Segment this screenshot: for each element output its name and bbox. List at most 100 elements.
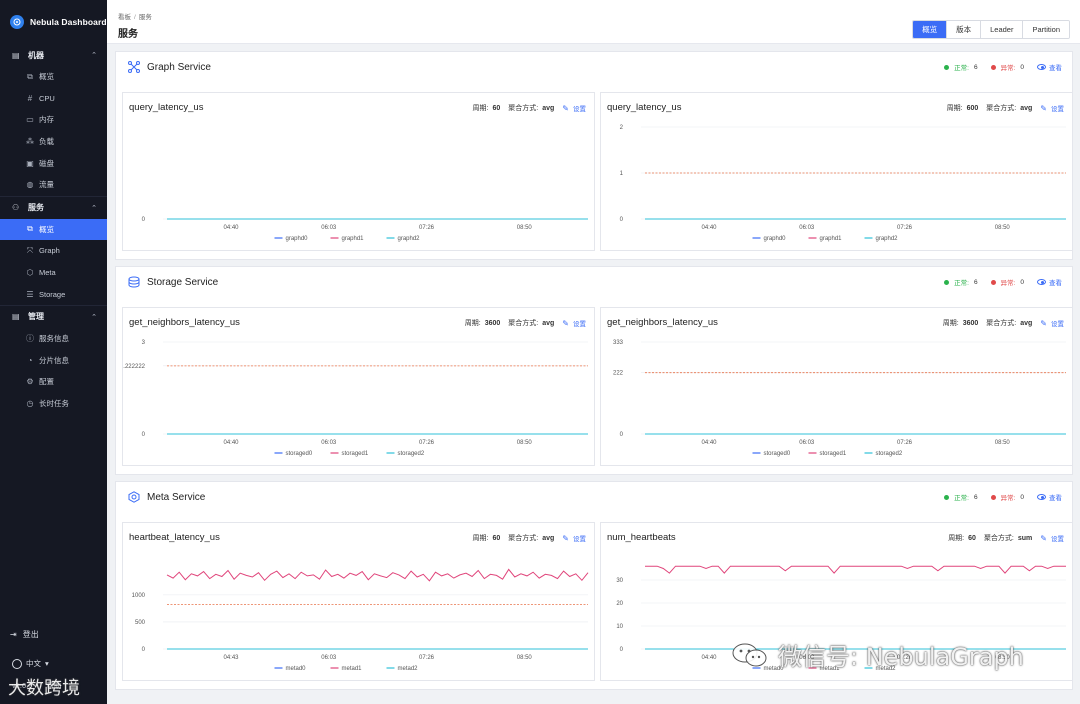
menu-group-manage[interactable]: ▤ 管理 ⌃ xyxy=(0,306,107,328)
period-label: 周期: xyxy=(942,320,959,327)
menu-group-service[interactable]: ⚇ 服务 ⌃ xyxy=(0,197,107,219)
globe-icon xyxy=(12,658,22,669)
sidebar-item-label: 磁盘 xyxy=(39,158,54,168)
y-tick-label: 0 xyxy=(142,647,146,653)
settings-link[interactable]: 设置 xyxy=(573,103,586,113)
server-icon: ▤ xyxy=(12,50,20,60)
graph-icon: ⤧ xyxy=(26,245,34,255)
metric-title: query_latency_us xyxy=(129,102,204,113)
period-value: 60 xyxy=(968,534,976,542)
chevron-up-icon: ⌃ xyxy=(91,204,97,212)
logout-button[interactable]: ⇥ 登出 xyxy=(0,624,107,644)
sidebar-item-config[interactable]: ⚙ 配置 xyxy=(0,371,107,393)
settings-link[interactable]: 设置 xyxy=(573,533,586,543)
breadcrumb: 看板 / 服务 xyxy=(118,14,152,21)
logout-label: 登出 xyxy=(22,629,39,639)
view-button[interactable]: 查看 xyxy=(1037,492,1062,502)
settings-link[interactable]: 设置 xyxy=(1051,103,1064,113)
line-chart: 333 222 0 04:40 06:03 07:26 08:50 storaged0 stor… xyxy=(601,334,1072,464)
y-tick-label: 0 xyxy=(142,432,146,438)
x-tick-label: 04:40 xyxy=(223,225,239,231)
agg-label: 聚合方式: xyxy=(983,535,1014,542)
cpu-icon: # xyxy=(27,93,33,103)
caret-down-icon: ▾ xyxy=(45,659,49,668)
language-select[interactable]: 中文 ▾ xyxy=(0,658,107,669)
sidebar-item-service-overview[interactable]: ⧉ 概览 xyxy=(0,218,107,241)
sidebar-item-service-info[interactable]: ⓘ 服务信息 xyxy=(0,328,107,350)
section-title: Graph Service xyxy=(147,61,211,73)
eye-icon xyxy=(1037,279,1046,285)
x-tick-label: 07:26 xyxy=(419,655,435,661)
agg-label: 聚合方式: xyxy=(986,320,1017,327)
chart-svg: 1000 500 0 04:43 06:03 07:26 08:50 metad0 metad1… xyxy=(132,568,589,672)
metric-title: num_heartbeats xyxy=(607,532,676,543)
sidebar-item-graph[interactable]: ⤧ Graph xyxy=(0,240,107,262)
edit-icon[interactable]: ✎ xyxy=(562,104,569,113)
tab-leader[interactable]: Leader xyxy=(980,21,1023,38)
sidebar-item-storage[interactable]: ☰ Storage xyxy=(0,283,107,305)
settings-link[interactable]: 设置 xyxy=(1051,318,1064,328)
menu-group-machine[interactable]: ▤ 机器 ⌃ xyxy=(0,44,107,66)
chevron-up-icon: ⌃ xyxy=(91,52,97,59)
period-label: 周期: xyxy=(948,535,965,542)
y-tick-label: 333 xyxy=(613,340,624,346)
sidebar: Nebula Dashboard ▤ 机器 ⌃ ⧉ 概览 # CPU ▭ 内存 ⁂ 负载… xyxy=(0,0,107,704)
page-title: 服务 xyxy=(118,29,138,40)
edit-icon[interactable]: ✎ xyxy=(1040,534,1047,543)
sidebar-item-traffic[interactable]: ◍ 流量 xyxy=(0,174,107,196)
y-tick-label: 3 xyxy=(142,340,146,346)
sidebar-item-meta[interactable]: ⬡ Meta xyxy=(0,262,107,284)
edit-icon[interactable]: ✎ xyxy=(562,319,569,328)
breadcrumb-item-board[interactable]: 看板 xyxy=(118,14,131,21)
edit-icon[interactable]: ✎ xyxy=(1040,319,1047,328)
meta-icon xyxy=(128,491,140,503)
view-label: 查看 xyxy=(1049,65,1062,72)
watermark-text: 微信号: NebulaGraph xyxy=(778,643,1024,671)
sidebar-item-machine-overview[interactable]: ⧉ 概览 xyxy=(0,66,107,88)
chevron-up-icon: ⌃ xyxy=(91,313,97,321)
sidebar-item-partition-info[interactable]: ◔ 分片信息 xyxy=(0,350,107,372)
x-tick-label: 06:03 xyxy=(799,225,815,231)
agg-label: 聚合方式: xyxy=(508,320,539,327)
chart-icon: ⧉ xyxy=(27,224,33,234)
tab-version[interactable]: 版本 xyxy=(946,21,981,38)
y-tick-label: 222 xyxy=(613,371,624,377)
brand[interactable]: Nebula Dashboard xyxy=(0,0,107,44)
x-tick-label: 04:43 xyxy=(223,655,239,661)
metric-card: query_latency_us 周期: 600 聚合方式: avg ✎ 设置 … xyxy=(600,92,1073,251)
x-tick-label: 04:40 xyxy=(701,225,717,231)
x-tick-label: 08:50 xyxy=(517,655,533,661)
view-button[interactable]: 查看 xyxy=(1037,62,1062,72)
sidebar-item-cpu[interactable]: # CPU xyxy=(0,88,107,110)
metric-card: query_latency_us 周期: 60 聚合方式: avg ✎ 设置 0… xyxy=(122,92,595,251)
line-chart: 2 1 0 04:40 06:03 07:26 08:50 graphd0 graphd1 gra… xyxy=(601,119,1072,249)
settings-link[interactable]: 设置 xyxy=(573,318,586,328)
tab-partition[interactable]: Partition xyxy=(1022,21,1069,38)
sidebar-item-label: 概览 xyxy=(39,72,54,82)
breadcrumb-item-service: 服务 xyxy=(138,14,152,21)
settings-link[interactable]: 设置 xyxy=(1051,533,1064,543)
series-line-metad1 xyxy=(166,568,589,582)
partition-icon: ◔ xyxy=(27,355,33,365)
watermark-text: 大数跨境 xyxy=(8,678,80,699)
x-tick-label: 07:26 xyxy=(419,440,435,446)
view-button[interactable]: 查看 xyxy=(1037,277,1062,287)
x-tick-label: 08:50 xyxy=(995,440,1011,446)
edit-icon[interactable]: ✎ xyxy=(1040,104,1047,113)
metric-title: query_latency_us xyxy=(607,102,682,113)
x-tick-label: 07:26 xyxy=(419,225,435,231)
agg-label: 聚合方式: xyxy=(508,105,539,112)
traffic-icon: ◍ xyxy=(26,180,34,190)
sidebar-item-memory[interactable]: ▭ 内存 xyxy=(0,109,107,131)
sidebar-item-label: 流量 xyxy=(39,180,54,190)
edit-icon[interactable]: ✎ xyxy=(562,534,569,543)
sidebar-item-disk[interactable]: ▣ 磁盘 xyxy=(0,152,107,174)
chart-svg: 333 222 0 04:40 06:03 07:26 08:50 storaged0 stor… xyxy=(613,340,1066,457)
sidebar-item-jobs[interactable]: ◷ 长时任务 xyxy=(0,393,107,415)
tab-overview[interactable]: 概览 xyxy=(913,21,947,38)
legend-label: graphd0 xyxy=(286,236,309,242)
sidebar-item-load[interactable]: ⁂ 负载 xyxy=(0,131,107,153)
period-label: 周期: xyxy=(472,105,489,112)
menu-group-label: 服务 xyxy=(28,203,44,213)
meta-icon: ⬡ xyxy=(26,268,34,278)
